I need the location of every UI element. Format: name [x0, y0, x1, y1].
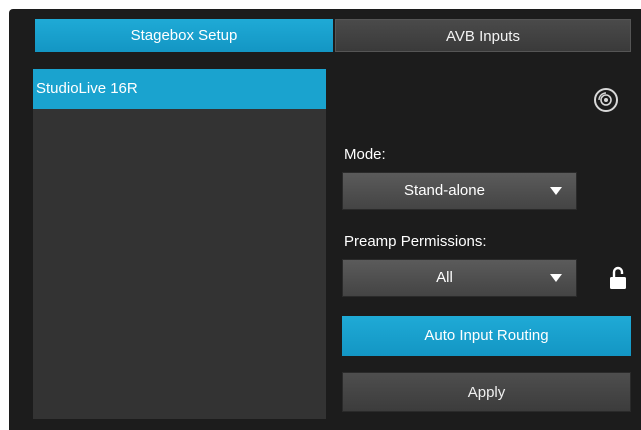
- device-list-item-studiolive-16r[interactable]: StudioLive 16R: [33, 69, 326, 109]
- chevron-down-icon: [550, 274, 562, 282]
- mode-value: Stand-alone: [404, 182, 485, 199]
- device-list[interactable]: StudioLive 16R: [33, 69, 326, 419]
- stagebox-setup-panel: Stagebox Setup AVB Inputs StudioLive 16R…: [9, 9, 641, 430]
- tab-stagebox-setup[interactable]: Stagebox Setup: [35, 19, 333, 52]
- preamp-permissions-dropdown[interactable]: All: [342, 259, 577, 297]
- preamp-permissions-value: All: [436, 269, 453, 286]
- preamp-permissions-label: Preamp Permissions:: [344, 233, 487, 250]
- tab-avb-inputs[interactable]: AVB Inputs: [335, 19, 631, 52]
- identify-disc-icon[interactable]: [593, 87, 619, 113]
- unlocked-padlock-icon[interactable]: [609, 266, 627, 290]
- mode-dropdown[interactable]: Stand-alone: [342, 172, 577, 210]
- apply-button[interactable]: Apply: [342, 372, 631, 412]
- chevron-down-icon: [550, 187, 562, 195]
- mode-label: Mode:: [344, 146, 386, 163]
- auto-input-routing-button[interactable]: Auto Input Routing: [342, 316, 631, 356]
